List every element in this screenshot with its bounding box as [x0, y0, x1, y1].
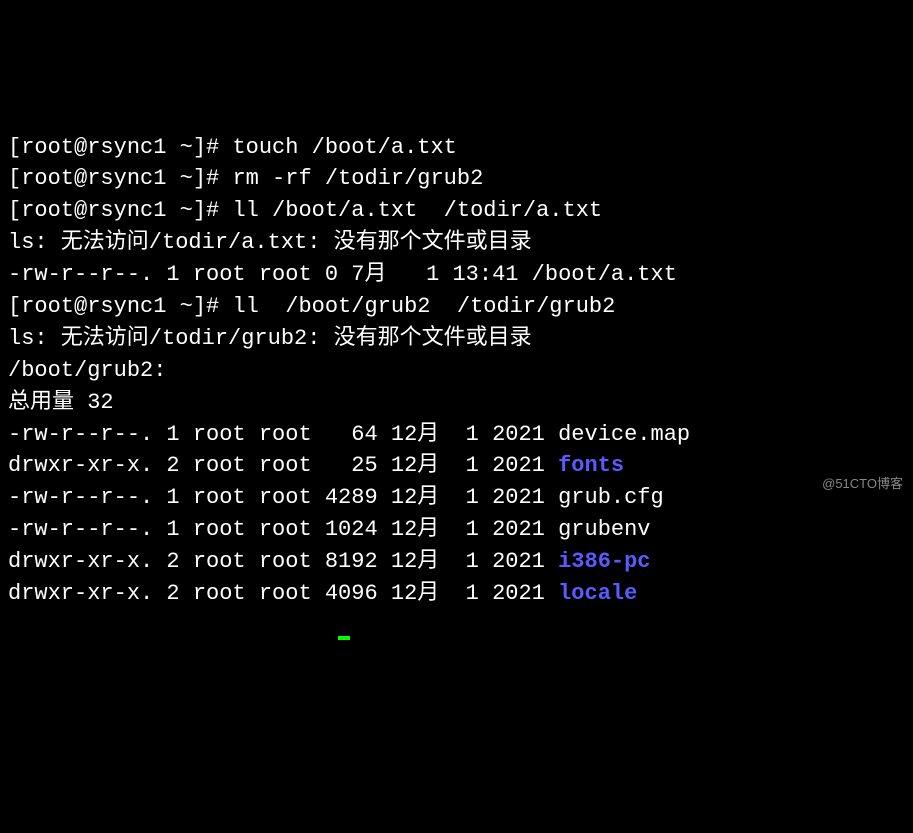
shell-prompt: [root@rsync1 ~]#: [8, 198, 219, 223]
listing-line: -rw-r--r--. 1 root root 4289 12月 1 2021 …: [8, 482, 905, 514]
cursor-line: [8, 610, 905, 642]
listing-row: drwxr-xr-x. 2 root root 4096 12月 1 2021 …: [8, 581, 637, 606]
command-line: [root@rsync1 ~]# ll /boot/grub2 /todir/g…: [8, 291, 905, 323]
command-line: [root@rsync1 ~]# ll /boot/a.txt /todir/a…: [8, 195, 905, 227]
listing-row: -rw-r--r--. 1 root root 64 12月 1 2021 de…: [8, 422, 690, 447]
shell-prompt: [root@rsync1 ~]#: [8, 135, 219, 160]
dir-name: fonts: [558, 453, 624, 478]
error-line: ls: 无法访问/todir/a.txt: 没有那个文件或目录: [8, 227, 905, 259]
total-text: 总用量 32: [8, 390, 114, 415]
file-name: grubenv: [558, 517, 650, 542]
listing-line: drwxr-xr-x. 2 root root 25 12月 1 2021 fo…: [8, 450, 905, 482]
total-line: 总用量 32: [8, 387, 905, 419]
listing-row: drwxr-xr-x. 2 root root 8192 12月 1 2021 …: [8, 549, 651, 574]
command-line: [root@rsync1 ~]# rm -rf /todir/grub2: [8, 163, 905, 195]
listing-line: -rw-r--r--. 1 root root 64 12月 1 2021 de…: [8, 419, 905, 451]
error-line: ls: 无法访问/todir/grub2: 没有那个文件或目录: [8, 323, 905, 355]
dir-name: locale: [558, 581, 637, 606]
error-text: ls: 无法访问/todir/a.txt: 没有那个文件或目录: [8, 230, 532, 255]
listing-row: -rw-r--r--. 1 root root 4289 12月 1 2021 …: [8, 485, 664, 510]
terminal-output[interactable]: [root@rsync1 ~]# touch /boot/a.txt[root@…: [8, 132, 905, 642]
command-text: rm -rf /todir/grub2: [232, 166, 483, 191]
shell-prompt: [root@rsync1 ~]#: [8, 166, 219, 191]
error-text: ls: 无法访问/todir/grub2: 没有那个文件或目录: [8, 326, 532, 351]
shell-prompt: [root@rsync1 ~]#: [8, 294, 219, 319]
dir-header: /boot/grub2:: [8, 358, 166, 383]
listing-row: drwxr-xr-x. 2 root root 25 12月 1 2021 fo…: [8, 453, 624, 478]
dir-header-line: /boot/grub2:: [8, 355, 905, 387]
listing-line: drwxr-xr-x. 2 root root 4096 12月 1 2021 …: [8, 578, 905, 610]
command-text: ll /boot/a.txt /todir/a.txt: [232, 198, 602, 223]
listing-line: -rw-r--r--. 1 root root 1024 12月 1 2021 …: [8, 514, 905, 546]
dir-name: i386-pc: [558, 549, 650, 574]
command-text: touch /boot/a.txt: [232, 135, 456, 160]
command-text: ll /boot/grub2 /todir/grub2: [232, 294, 615, 319]
listing-line: drwxr-xr-x. 2 root root 8192 12月 1 2021 …: [8, 546, 905, 578]
listing-row: -rw-r--r--. 1 root root 1024 12月 1 2021 …: [8, 517, 651, 542]
file-name: device.map: [558, 422, 690, 447]
file-listing: -rw-r--r--. 1 root root 0 7月 1 13:41 /bo…: [8, 262, 677, 287]
command-line: [root@rsync1 ~]# touch /boot/a.txt: [8, 132, 905, 164]
file-name: grub.cfg: [558, 485, 664, 510]
cursor-icon: [338, 636, 350, 640]
watermark-text: @51CTO博客: [822, 475, 903, 494]
listing-line: -rw-r--r--. 1 root root 0 7月 1 13:41 /bo…: [8, 259, 905, 291]
